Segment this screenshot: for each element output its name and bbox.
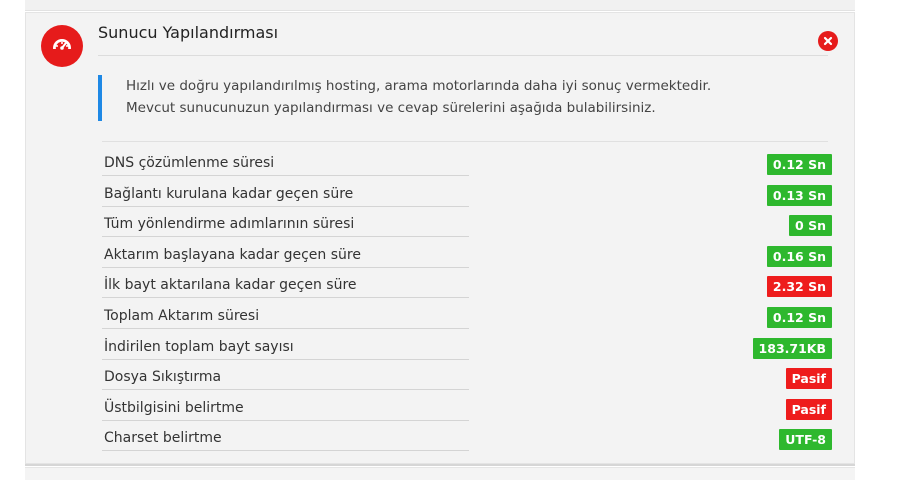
- metric-label: Toplam Aktarım süresi: [102, 308, 469, 329]
- metric-label: Dosya Sıkıştırma: [102, 369, 469, 391]
- next-panel-edge: [25, 467, 855, 480]
- close-button[interactable]: [818, 31, 838, 51]
- metric-row-header: Üstbilgisini belirtme Pasif: [102, 396, 832, 427]
- metric-row-charset: Charset belirtme UTF-8: [102, 426, 832, 457]
- panel-title: Sunucu Yapılandırması: [98, 23, 279, 42]
- metric-value-badge: Pasif: [785, 398, 832, 420]
- metrics-list: DNS çözümlenme süresi 0.12 Sn Bağlantı k…: [102, 151, 832, 457]
- server-config-panel: Sunucu Yapılandırması Hızlı ve doğru yap…: [25, 12, 855, 464]
- info-line-1: Hızlı ve doğru yapılandırılmış hosting, …: [126, 78, 712, 94]
- metric-row-dns: DNS çözümlenme süresi 0.12 Sn: [102, 151, 832, 182]
- info-divider: [102, 141, 828, 142]
- speedometer-icon: [41, 25, 83, 67]
- metric-row-bytes: İndirilen toplam bayt sayısı 183.71KB: [102, 335, 832, 366]
- metric-value-badge: 0.12 Sn: [766, 306, 832, 328]
- metric-value-badge: 183.71KB: [752, 337, 832, 359]
- metric-value-badge: 0 Sn: [789, 215, 832, 237]
- metric-value-badge: UTF-8: [779, 429, 832, 451]
- metric-value-badge: 0.12 Sn: [766, 154, 832, 175]
- metric-label: Charset belirtme: [102, 430, 469, 452]
- metric-row-pretransfer: Aktarım başlayana kadar geçen süre 0.16 …: [102, 243, 832, 274]
- metric-row-ttfb: İlk bayt aktarılana kadar geçen süre 2.3…: [102, 273, 832, 304]
- title-divider: [98, 55, 828, 56]
- metric-value-badge: 0.13 Sn: [766, 184, 832, 206]
- metric-label: İlk bayt aktarılana kadar geçen süre: [102, 277, 469, 299]
- metric-row-compression: Dosya Sıkıştırma Pasif: [102, 365, 832, 396]
- metric-value-badge: 0.16 Sn: [766, 245, 832, 267]
- info-line-2: Mevcut sunucunuzun yapılandırması ve cev…: [126, 100, 656, 116]
- info-callout: Hızlı ve doğru yapılandırılmış hosting, …: [98, 75, 788, 121]
- metric-row-total: Toplam Aktarım süresi 0.12 Sn: [102, 304, 832, 335]
- metric-label: Aktarım başlayana kadar geçen süre: [102, 247, 469, 268]
- metric-label: DNS çözümlenme süresi: [102, 155, 469, 176]
- close-icon: [823, 36, 833, 46]
- metric-value-badge: Pasif: [785, 368, 832, 390]
- metric-label: İndirilen toplam bayt sayısı: [102, 339, 469, 360]
- previous-panel-edge: [25, 0, 855, 11]
- metric-label: Üstbilgisini belirtme: [102, 400, 469, 421]
- metric-label: Tüm yönlendirme adımlarının süresi: [102, 216, 469, 238]
- metric-label: Bağlantı kurulana kadar geçen süre: [102, 186, 469, 207]
- metric-value-badge: 2.32 Sn: [766, 276, 832, 298]
- metric-row-redirect: Tüm yönlendirme adımlarının süresi 0 Sn: [102, 212, 832, 243]
- metric-row-connect: Bağlantı kurulana kadar geçen süre 0.13 …: [102, 182, 832, 213]
